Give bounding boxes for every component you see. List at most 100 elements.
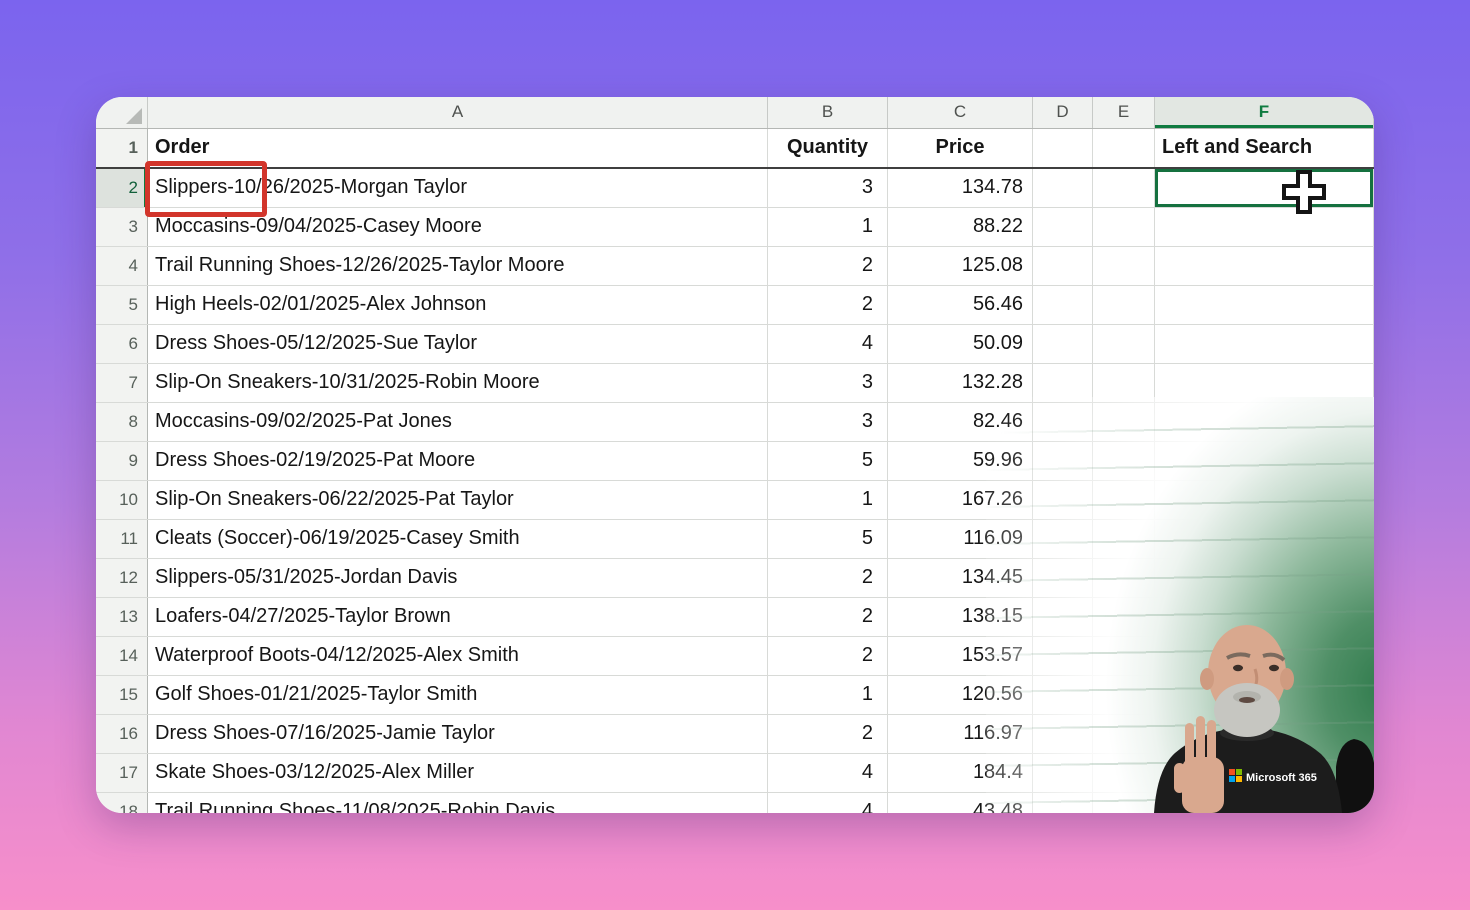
cell-quantity[interactable]: 1 bbox=[768, 676, 888, 714]
row-number[interactable]: 17 bbox=[96, 754, 148, 792]
cell-quantity[interactable]: 1 bbox=[768, 481, 888, 519]
presenter-webcam: Microsoft 365 bbox=[1154, 625, 1374, 813]
column-header[interactable]: C bbox=[888, 97, 1033, 128]
cell-order[interactable]: Slippers-05/31/2025-Jordan Davis bbox=[148, 559, 768, 597]
select-all-triangle-icon bbox=[126, 108, 142, 124]
table-row: 5 High Heels-02/01/2025-Alex Johnson 2 5… bbox=[96, 286, 1374, 325]
cell-quantity[interactable]: 2 bbox=[768, 598, 888, 636]
selected-cell-f2[interactable] bbox=[1155, 169, 1374, 207]
column-header-row: ABCDEF bbox=[96, 97, 1374, 129]
row-number[interactable]: 2 bbox=[96, 169, 148, 207]
cell-order[interactable]: Waterproof Boots-04/12/2025-Alex Smith bbox=[148, 637, 768, 675]
spreadsheet-window: ABCDEF 1 Order Quantity Price Left and S… bbox=[96, 97, 1374, 813]
cell-e1[interactable] bbox=[1093, 129, 1155, 167]
row-number[interactable]: 11 bbox=[96, 520, 148, 558]
cell-order[interactable]: Trail Running Shoes-11/08/2025-Robin Dav… bbox=[148, 793, 768, 813]
cell-quantity[interactable]: 3 bbox=[768, 364, 888, 402]
cell-quantity[interactable]: 2 bbox=[768, 247, 888, 285]
row-number[interactable]: 18 bbox=[96, 793, 148, 813]
cell-order[interactable]: Moccasins-09/02/2025-Pat Jones bbox=[148, 403, 768, 441]
row-number[interactable]: 10 bbox=[96, 481, 148, 519]
cell-quantity[interactable]: 2 bbox=[768, 637, 888, 675]
cell-d[interactable] bbox=[1033, 286, 1093, 324]
row-number[interactable]: 3 bbox=[96, 208, 148, 246]
table-row: 6 Dress Shoes-05/12/2025-Sue Taylor 4 50… bbox=[96, 325, 1374, 364]
row-number[interactable]: 16 bbox=[96, 715, 148, 753]
cell-quantity[interactable]: 5 bbox=[768, 442, 888, 480]
presenter-eye bbox=[1233, 664, 1243, 672]
cell-order[interactable]: Skate Shoes-03/12/2025-Alex Miller bbox=[148, 754, 768, 792]
cell-d1[interactable] bbox=[1033, 129, 1093, 167]
column-header[interactable]: E bbox=[1093, 97, 1155, 128]
cell-order-header[interactable]: Order bbox=[148, 129, 768, 167]
cell-order[interactable]: Slip-On Sneakers-10/31/2025-Robin Moore bbox=[148, 364, 768, 402]
cell-quantity-header[interactable]: Quantity bbox=[768, 129, 888, 167]
cell-price[interactable]: 125.08 bbox=[888, 247, 1033, 285]
presenter-ear bbox=[1280, 668, 1294, 690]
column-header[interactable]: A bbox=[148, 97, 768, 128]
presenter-ear bbox=[1200, 668, 1214, 690]
cell-e[interactable] bbox=[1093, 247, 1155, 285]
table-header-row: 1 Order Quantity Price Left and Search bbox=[96, 129, 1374, 169]
table-row: 4 Trail Running Shoes-12/26/2025-Taylor … bbox=[96, 247, 1374, 286]
cell-price[interactable]: 88.22 bbox=[888, 208, 1033, 246]
cell-quantity[interactable]: 4 bbox=[768, 325, 888, 363]
table-row: 3 Moccasins-09/04/2025-Casey Moore 1 88.… bbox=[96, 208, 1374, 247]
cell-order[interactable]: Dress Shoes-02/19/2025-Pat Moore bbox=[148, 442, 768, 480]
row-number[interactable]: 6 bbox=[96, 325, 148, 363]
cell-quantity[interactable]: 1 bbox=[768, 208, 888, 246]
column-header[interactable]: D bbox=[1033, 97, 1093, 128]
cell-e[interactable] bbox=[1093, 286, 1155, 324]
cell-d[interactable] bbox=[1033, 169, 1093, 207]
row-number[interactable]: 4 bbox=[96, 247, 148, 285]
cell-e[interactable] bbox=[1093, 169, 1155, 207]
row-number[interactable]: 15 bbox=[96, 676, 148, 714]
cell-price[interactable]: 56.46 bbox=[888, 286, 1033, 324]
cell-order[interactable]: Slippers-10/26/2025-Morgan Taylor bbox=[148, 169, 768, 207]
row-number[interactable]: 1 bbox=[96, 129, 148, 167]
cell-f[interactable] bbox=[1155, 247, 1374, 285]
column-header[interactable]: F bbox=[1155, 97, 1374, 128]
cell-quantity[interactable]: 3 bbox=[768, 403, 888, 441]
cell-e[interactable] bbox=[1093, 208, 1155, 246]
cell-quantity[interactable]: 2 bbox=[768, 286, 888, 324]
cell-left-and-search-header[interactable]: Left and Search bbox=[1155, 129, 1374, 167]
cell-d[interactable] bbox=[1033, 325, 1093, 363]
cell-order[interactable]: Dress Shoes-05/12/2025-Sue Taylor bbox=[148, 325, 768, 363]
cell-f[interactable] bbox=[1155, 325, 1374, 363]
cell-e[interactable] bbox=[1093, 325, 1155, 363]
row-number[interactable]: 5 bbox=[96, 286, 148, 324]
cell-order[interactable]: Cleats (Soccer)-06/19/2025-Casey Smith bbox=[148, 520, 768, 558]
cell-quantity[interactable]: 2 bbox=[768, 559, 888, 597]
cell-d[interactable] bbox=[1033, 208, 1093, 246]
cell-order[interactable]: Dress Shoes-07/16/2025-Jamie Taylor bbox=[148, 715, 768, 753]
cell-order[interactable]: Moccasins-09/04/2025-Casey Moore bbox=[148, 208, 768, 246]
select-all-button[interactable] bbox=[96, 97, 148, 128]
cell-d[interactable] bbox=[1033, 247, 1093, 285]
row-number[interactable]: 13 bbox=[96, 598, 148, 636]
cell-order[interactable]: Trail Running Shoes-12/26/2025-Taylor Mo… bbox=[148, 247, 768, 285]
column-header[interactable]: B bbox=[768, 97, 888, 128]
cell-order[interactable]: Slip-On Sneakers-06/22/2025-Pat Taylor bbox=[148, 481, 768, 519]
cell-order[interactable]: Golf Shoes-01/21/2025-Taylor Smith bbox=[148, 676, 768, 714]
cell-price-header[interactable]: Price bbox=[888, 129, 1033, 167]
cell-quantity[interactable]: 4 bbox=[768, 793, 888, 813]
cell-quantity[interactable]: 2 bbox=[768, 715, 888, 753]
cell-quantity[interactable]: 3 bbox=[768, 169, 888, 207]
row-number[interactable]: 7 bbox=[96, 364, 148, 402]
table-row: 2 Slippers-10/26/2025-Morgan Taylor 3 13… bbox=[96, 169, 1374, 208]
cell-price[interactable]: 50.09 bbox=[888, 325, 1033, 363]
presenter-arm bbox=[1336, 739, 1374, 813]
presenter-mouth bbox=[1239, 697, 1255, 703]
row-number[interactable]: 12 bbox=[96, 559, 148, 597]
cell-f[interactable] bbox=[1155, 208, 1374, 246]
cell-f[interactable] bbox=[1155, 286, 1374, 324]
row-number[interactable]: 14 bbox=[96, 637, 148, 675]
cell-quantity[interactable]: 4 bbox=[768, 754, 888, 792]
row-number[interactable]: 8 bbox=[96, 403, 148, 441]
cell-order[interactable]: Loafers-04/27/2025-Taylor Brown bbox=[148, 598, 768, 636]
row-number[interactable]: 9 bbox=[96, 442, 148, 480]
cell-price[interactable]: 134.78 bbox=[888, 169, 1033, 207]
cell-order[interactable]: High Heels-02/01/2025-Alex Johnson bbox=[148, 286, 768, 324]
cell-quantity[interactable]: 5 bbox=[768, 520, 888, 558]
